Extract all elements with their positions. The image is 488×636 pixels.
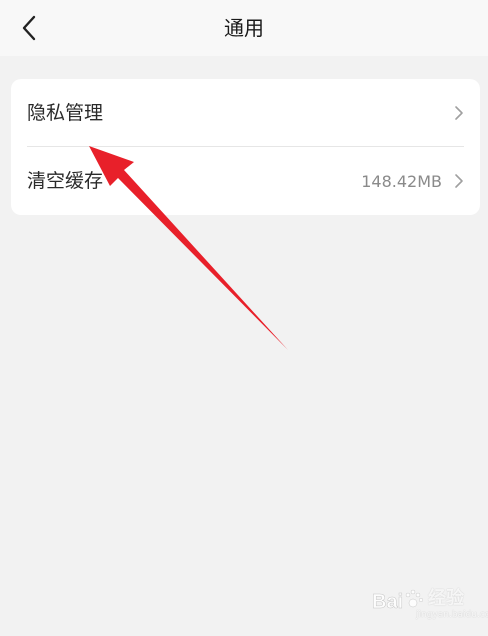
watermark-url: jingyan.baidu.com: [416, 610, 488, 620]
privacy-management-item[interactable]: 隐私管理: [11, 79, 480, 147]
clear-cache-item[interactable]: 清空缓存 148.42MB: [11, 147, 480, 215]
watermark-suffix: 经验: [428, 588, 464, 609]
page-title: 通用: [224, 16, 264, 40]
chevron-right-icon: [454, 105, 464, 121]
baidu-jingyan-watermark: Bai 经验 jingyan.baidu.com: [372, 582, 488, 622]
clear-cache-label: 清空缓存: [27, 170, 104, 192]
chevron-right-icon: [454, 173, 464, 189]
privacy-management-label: 隐私管理: [27, 102, 104, 124]
svg-text:Bai: Bai: [372, 591, 403, 613]
settings-card: 隐私管理 清空缓存 148.42MB: [11, 79, 480, 215]
top-nav-bar: 通用: [0, 0, 488, 56]
cache-size-value: 148.42MB: [361, 172, 442, 191]
